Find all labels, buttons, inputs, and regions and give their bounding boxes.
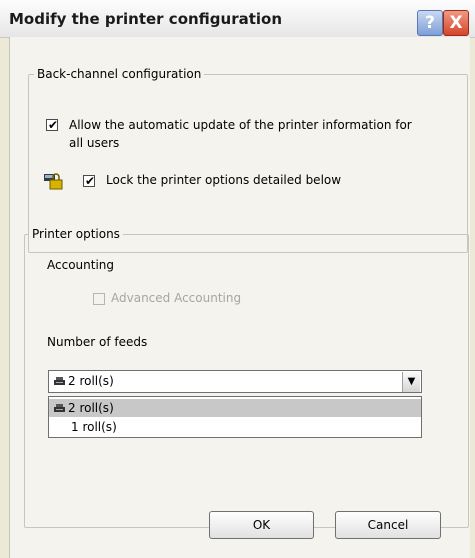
lock-icon (44, 173, 63, 190)
cancel-button[interactable]: Cancel (335, 511, 441, 539)
advanced-accounting-label: Advanced Accounting (111, 291, 242, 305)
checkmark-icon: ✔ (84, 174, 96, 188)
feeds-select[interactable]: 2 roll(s) ▼ (48, 370, 422, 393)
title-bar: Modify the printer configuration ? X (0, 0, 475, 38)
auto-update-checkbox[interactable]: ✔ (46, 118, 59, 132)
ok-button[interactable]: OK (209, 511, 314, 539)
chevron-down-icon[interactable]: ▼ (402, 372, 420, 392)
help-icon[interactable]: ? (417, 10, 443, 36)
lock-options-label: Lock the printer options detailed below (106, 173, 342, 187)
lock-options-checkbox[interactable]: ✔ (83, 174, 96, 188)
feeds-dropdown-list: 2 roll(s) 1 roll(s) (48, 396, 422, 438)
printer-options-group-title: Printer options (29, 227, 123, 241)
printer-icon (54, 377, 65, 385)
feeds-select-value: 2 roll(s) (68, 374, 114, 388)
back-channel-group-title: Back-channel configuration (34, 67, 205, 81)
feeds-option-label: 1 roll(s) (71, 420, 117, 434)
feeds-option-1-roll[interactable]: 1 roll(s) (49, 418, 421, 436)
close-icon[interactable]: X (443, 10, 469, 36)
auto-update-label-line1: Allow the automatic update of the printe… (69, 118, 412, 132)
advanced-accounting-checkbox[interactable] (93, 293, 105, 305)
feeds-option-2-rolls[interactable]: 2 roll(s) (49, 399, 421, 417)
feeds-label: Number of feeds (47, 335, 148, 349)
accounting-label: Accounting (47, 258, 115, 272)
auto-update-label-line2: all users (69, 136, 120, 150)
printer-options-group: Printer options Accounting Advanced Acco… (24, 227, 469, 528)
feeds-select-value-row: 2 roll(s) (54, 374, 114, 388)
printer-icon (54, 404, 65, 412)
checkmark-icon: ✔ (47, 118, 59, 132)
dialog-body: Back-channel configuration ✔ Allow the a… (9, 37, 470, 558)
dialog-title: Modify the printer configuration (9, 10, 283, 28)
feeds-option-label: 2 roll(s) (68, 401, 114, 415)
